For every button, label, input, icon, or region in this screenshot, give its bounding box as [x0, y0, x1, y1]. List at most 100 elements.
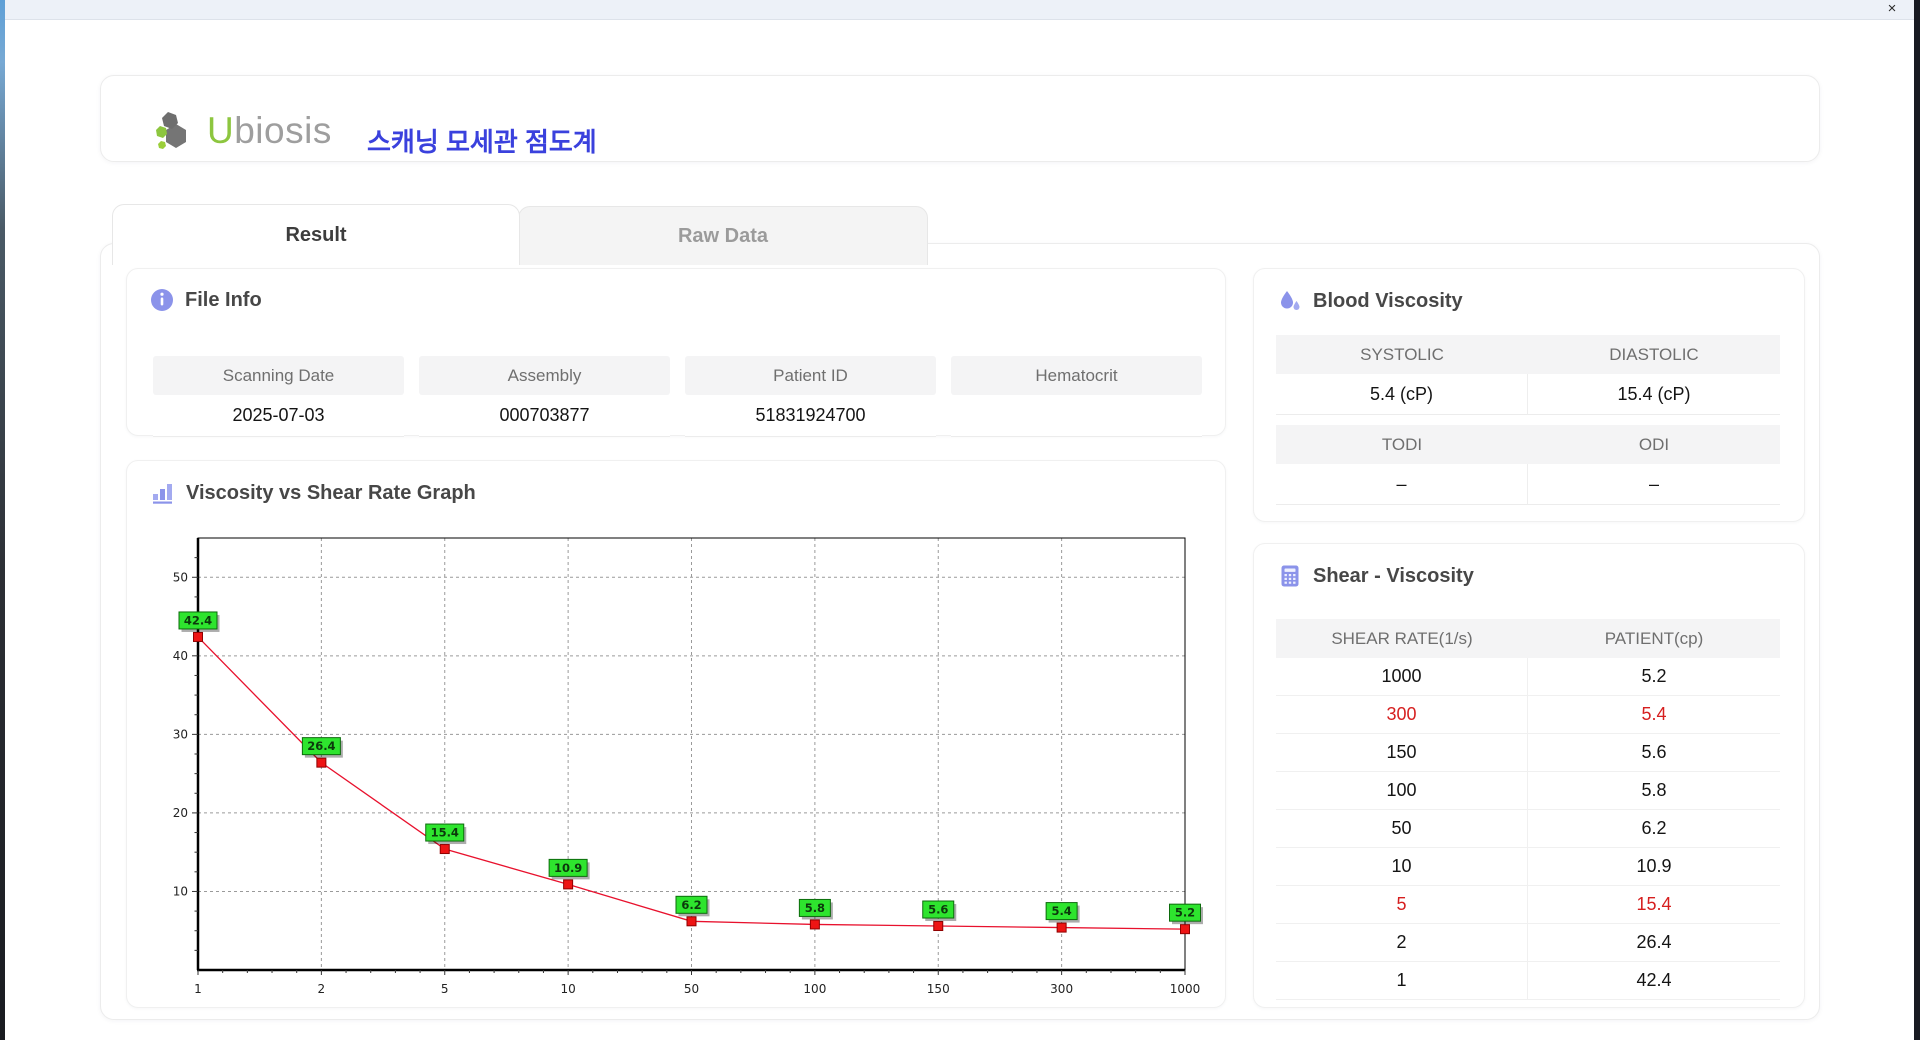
calculator-icon — [1278, 564, 1302, 588]
active-tab-bridge — [113, 263, 517, 266]
shear-viscosity-card: Shear - Viscosity SHEAR RATE(1/s) PATIEN… — [1253, 543, 1805, 1008]
svg-text:30: 30 — [173, 727, 188, 741]
close-icon[interactable]: × — [1882, 0, 1902, 19]
svg-text:100: 100 — [803, 982, 826, 996]
field-label: Scanning Date — [153, 356, 404, 395]
window-titlebar: × — [5, 0, 1914, 20]
svg-text:20: 20 — [173, 806, 188, 820]
blood-viscosity-pair: TODI ODI – – — [1276, 425, 1780, 505]
graph-card: Viscosity vs Shear Rate Graph 10 20 30 40 50… — [126, 460, 1226, 1008]
info-icon — [150, 288, 174, 312]
svg-text:1: 1 — [194, 982, 202, 996]
file-info-fields: Scanning Date 2025-07-03 Assembly 000703877… — [153, 356, 1202, 437]
table-row: 1000 5.2 — [1276, 658, 1780, 696]
shear-viscosity-title: Shear - Viscosity — [1278, 564, 1474, 588]
page-title: 스캐닝 모세관 점도계 — [367, 127, 597, 157]
brand-logo: Ubiosis — [153, 108, 332, 154]
field-value — [951, 395, 1202, 437]
patient-viscosity-cell: 6.2 — [1528, 810, 1780, 848]
table-row: 2 26.4 — [1276, 924, 1780, 962]
tab-raw-data[interactable]: Raw Data — [518, 206, 928, 265]
field-value: 51831924700 — [685, 395, 936, 437]
pair-value-row: – – — [1276, 464, 1780, 505]
field-label: Hematocrit — [951, 356, 1202, 395]
svg-text:10: 10 — [560, 982, 575, 996]
svg-text:5.2: 5.2 — [1175, 906, 1195, 920]
svg-text:50: 50 — [684, 982, 699, 996]
metric-value: 5.4 (cP) — [1276, 374, 1528, 415]
shear-rate-cell: 100 — [1276, 772, 1528, 810]
field-value: 000703877 — [419, 395, 670, 437]
patient-viscosity-cell: 10.9 — [1528, 848, 1780, 886]
blood-viscosity-pair: SYSTOLIC DIASTOLIC 5.4 (cP) 15.4 (cP) — [1276, 335, 1780, 415]
patient-viscosity-cell: 5.2 — [1528, 658, 1780, 696]
desktop-edge-right — [1914, 0, 1920, 1040]
file-info-field: Assembly 000703877 — [419, 356, 670, 437]
shear-rate-cell: 1 — [1276, 962, 1528, 1000]
tab-result[interactable]: Result — [112, 204, 520, 265]
file-info-field: Hematocrit — [951, 356, 1202, 437]
patient-viscosity-cell: 5.6 — [1528, 734, 1780, 772]
table-row: 5 15.4 — [1276, 886, 1780, 924]
svg-text:300: 300 — [1050, 982, 1073, 996]
svg-text:42.4: 42.4 — [184, 613, 212, 627]
ubiosis-hexagon-logo-icon — [153, 108, 199, 154]
shear-viscosity-table: SHEAR RATE(1/s) PATIENT(cp) 1000 5.2 300 5.… — [1276, 619, 1780, 1000]
metric-value: – — [1528, 464, 1780, 505]
svg-text:5: 5 — [441, 982, 449, 996]
pair-header-row: SYSTOLIC DIASTOLIC — [1276, 335, 1780, 374]
svg-text:26.4: 26.4 — [307, 739, 335, 753]
header-card — [100, 75, 1820, 162]
svg-text:50: 50 — [173, 570, 188, 584]
shear-rate-cell: 50 — [1276, 810, 1528, 848]
file-info-title: File Info — [150, 288, 262, 312]
app-window: Ubiosis 스캐닝 모세관 점도계 Result Raw Data File… — [5, 20, 1914, 1040]
metric-value: 15.4 (cP) — [1528, 374, 1780, 415]
metric-label: ODI — [1528, 425, 1780, 464]
shear-rate-cell: 150 — [1276, 734, 1528, 772]
viscosity-shear-rate-chart: 10 20 30 40 50 1 2 5 10 50 100 150 300 1000 42.4 26.4 15… — [173, 537, 1203, 996]
metric-label: DIASTOLIC — [1528, 335, 1780, 374]
svg-text:5.6: 5.6 — [928, 903, 948, 917]
svg-text:6.2: 6.2 — [681, 898, 701, 912]
blood-viscosity-table: SYSTOLIC DIASTOLIC 5.4 (cP) 15.4 (cP) TODI OD… — [1276, 335, 1780, 515]
svg-text:2: 2 — [318, 982, 326, 996]
patient-viscosity-cell: 26.4 — [1528, 924, 1780, 962]
column-header: PATIENT(cp) — [1528, 619, 1780, 658]
field-label: Assembly — [419, 356, 670, 395]
shear-rate-cell: 300 — [1276, 696, 1528, 734]
patient-viscosity-cell: 5.8 — [1528, 772, 1780, 810]
svg-text:5.8: 5.8 — [805, 901, 825, 915]
shear-rate-cell: 1000 — [1276, 658, 1528, 696]
column-header: SHEAR RATE(1/s) — [1276, 619, 1528, 658]
metric-label: TODI — [1276, 425, 1528, 464]
metric-value: – — [1276, 464, 1528, 505]
file-info-field: Patient ID 51831924700 — [685, 356, 936, 437]
table-row: 50 6.2 — [1276, 810, 1780, 848]
pair-header-row: TODI ODI — [1276, 425, 1780, 464]
shear-viscosity-rows: 1000 5.2 300 5.4 150 5.6 100 5.8 50 6.2 10 10.9 5 15.… — [1276, 658, 1780, 1000]
field-value: 2025-07-03 — [153, 395, 404, 437]
table-row: 150 5.6 — [1276, 734, 1780, 772]
field-label: Patient ID — [685, 356, 936, 395]
pair-value-row: 5.4 (cP) 15.4 (cP) — [1276, 374, 1780, 415]
brand-name: Ubiosis — [207, 110, 332, 151]
blood-drops-icon — [1278, 289, 1302, 313]
svg-text:5.4: 5.4 — [1051, 904, 1071, 918]
file-info-field: Scanning Date 2025-07-03 — [153, 356, 404, 437]
metric-label: SYSTOLIC — [1276, 335, 1528, 374]
shear-rate-cell: 5 — [1276, 886, 1528, 924]
shear-rate-cell: 2 — [1276, 924, 1528, 962]
table-row: 100 5.8 — [1276, 772, 1780, 810]
svg-text:150: 150 — [927, 982, 950, 996]
shear-viscosity-header-row: SHEAR RATE(1/s) PATIENT(cp) — [1276, 619, 1780, 658]
patient-viscosity-cell: 42.4 — [1528, 962, 1780, 1000]
patient-viscosity-cell: 5.4 — [1528, 696, 1780, 734]
svg-text:10: 10 — [173, 884, 188, 898]
blood-viscosity-card: Blood Viscosity SYSTOLIC DIASTOLIC 5.4 (cP… — [1253, 268, 1805, 522]
blood-viscosity-title: Blood Viscosity — [1278, 289, 1463, 313]
svg-text:15.4: 15.4 — [431, 826, 459, 840]
table-row: 300 5.4 — [1276, 696, 1780, 734]
svg-text:40: 40 — [173, 649, 188, 663]
patient-viscosity-cell: 15.4 — [1528, 886, 1780, 924]
